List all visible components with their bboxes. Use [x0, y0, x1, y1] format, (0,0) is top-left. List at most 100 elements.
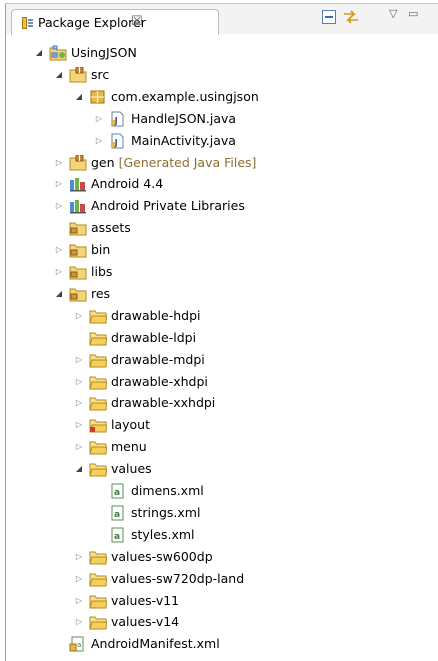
- tree-item-label: Android 4.4: [91, 175, 164, 191]
- tree-item-drawable-mdpi[interactable]: ▷ drawable-mdpi: [73, 349, 205, 370]
- tree-item-label: values-v11: [111, 592, 180, 608]
- tree-item-layout[interactable]: ▷ layout: [73, 414, 150, 435]
- collapse-all-icon[interactable]: [322, 10, 336, 24]
- tree-item-handlejson-java[interactable]: ▷ J HandleJSON.java: [93, 108, 236, 129]
- collapsed-arrow-icon[interactable]: ▷: [73, 551, 85, 563]
- tree-item-values[interactable]: ◢ values: [73, 458, 152, 479]
- tree-item-values-sw600dp[interactable]: ▷ values-sw600dp: [73, 546, 213, 567]
- xml-file-icon: a: [109, 527, 127, 543]
- svg-text:a: a: [114, 510, 120, 520]
- project-folder-icon: [69, 286, 87, 302]
- tree-item-gen[interactable]: ▷ gen [Generated Java Files]: [53, 152, 256, 173]
- tree-item-values-sw720dp-land[interactable]: ▷ values-sw720dp-land: [73, 568, 244, 589]
- collapsed-arrow-icon[interactable]: ▷: [73, 441, 85, 453]
- project-folder-icon: [69, 220, 87, 236]
- folder-icon: [89, 308, 107, 324]
- tree-item-label: HandleJSON.java: [131, 110, 237, 126]
- collapsed-arrow-icon[interactable]: ▷: [53, 266, 65, 278]
- collapsed-arrow-icon[interactable]: ▷: [93, 113, 105, 125]
- collapsed-arrow-icon[interactable]: ▷: [73, 354, 85, 366]
- collapsed-arrow-icon[interactable]: ▷: [73, 310, 85, 322]
- android-project-icon: [49, 45, 67, 61]
- tree-item-label: libs: [91, 263, 113, 279]
- collapsed-arrow-icon[interactable]: ▷: [73, 595, 85, 607]
- close-icon[interactable]: ☒: [131, 14, 143, 29]
- source-folder-icon: [69, 66, 87, 83]
- collapsed-arrow-icon[interactable]: ▷: [53, 157, 65, 169]
- tree-item-mainactivity-java[interactable]: ▷ J MainActivity.java: [93, 130, 236, 151]
- collapsed-arrow-icon[interactable]: ▷: [93, 135, 105, 147]
- tree-item-label: src: [91, 66, 110, 82]
- package-icon: [89, 89, 107, 105]
- tree-item-com-example-usingjson[interactable]: ◢ com.example.usingjson: [73, 86, 259, 107]
- tree-item-label: res: [91, 285, 111, 301]
- collapsed-arrow-icon[interactable]: ▷: [73, 419, 85, 431]
- tree-item-drawable-ldpi[interactable]: drawable-ldpi: [73, 327, 196, 348]
- tree-item-dimens-xml[interactable]: a dimens.xml: [93, 480, 204, 501]
- folder-icon: [89, 614, 107, 630]
- project-folder-icon: [69, 242, 87, 258]
- folder-icon: [89, 330, 107, 346]
- expanded-arrow-icon[interactable]: ◢: [73, 463, 85, 475]
- tree-item-drawable-hdpi[interactable]: ▷ drawable-hdpi: [73, 305, 201, 326]
- tree-item-android-4-4[interactable]: ▷ Android 4.4: [53, 173, 163, 194]
- folder-icon: [89, 395, 107, 411]
- svg-text:a: a: [77, 641, 81, 649]
- tree-item-assets[interactable]: assets: [53, 217, 131, 238]
- tree-item-android-private-libraries[interactable]: ▷ Android Private Libraries: [53, 195, 245, 216]
- library-icon: [69, 198, 87, 214]
- folder-icon: [89, 374, 107, 390]
- project-folder-icon: [69, 264, 87, 280]
- expanded-arrow-icon[interactable]: ◢: [53, 69, 65, 81]
- tree-item-label: drawable-ldpi: [111, 329, 197, 345]
- java-file-icon: J: [109, 111, 127, 127]
- tree-item-libs[interactable]: ▷ libs: [53, 261, 112, 282]
- expanded-arrow-icon[interactable]: ◢: [53, 288, 65, 300]
- view-toolbar: Package Explorer ☒ ▽ ▭: [6, 4, 438, 35]
- tab-package-explorer[interactable]: Package Explorer ☒: [11, 9, 219, 35]
- tree-item-menu[interactable]: ▷ menu: [73, 436, 147, 457]
- link-with-editor-icon[interactable]: [343, 10, 359, 24]
- svg-text:a: a: [114, 488, 120, 498]
- expanded-arrow-icon[interactable]: ◢: [73, 91, 85, 103]
- tree-item-res[interactable]: ◢ res: [53, 283, 110, 304]
- folder-error-icon: [89, 417, 107, 433]
- tree-item-label: com.example.usingjson: [111, 88, 259, 104]
- folder-icon: [89, 352, 107, 368]
- collapsed-arrow-icon[interactable]: ▷: [73, 376, 85, 388]
- collapsed-arrow-icon[interactable]: ▷: [53, 200, 65, 212]
- collapsed-arrow-icon[interactable]: ▷: [73, 397, 85, 409]
- tree-item-label: values-sw720dp-land: [111, 570, 245, 586]
- tab-title: Package Explorer: [38, 15, 146, 30]
- tree-item-strings-xml[interactable]: a strings.xml: [93, 502, 200, 523]
- xml-file-icon: a: [109, 483, 127, 499]
- tree-item-styles-xml[interactable]: a styles.xml: [93, 524, 195, 545]
- xml-file-icon: a: [109, 505, 127, 521]
- view-menu-icon[interactable]: ▽: [389, 7, 397, 20]
- tree-item-label: values-sw600dp: [111, 548, 213, 564]
- tree-item-src[interactable]: ◢ src: [53, 64, 109, 85]
- tree-item-label: assets: [91, 219, 131, 235]
- tree-item-drawable-xhdpi[interactable]: ▷ drawable-xhdpi: [73, 371, 208, 392]
- tree-item-values-v14[interactable]: ▷ values-v14: [73, 611, 179, 632]
- folder-icon: [89, 439, 107, 455]
- expanded-arrow-icon[interactable]: ◢: [33, 47, 45, 59]
- collapsed-arrow-icon[interactable]: ▷: [73, 573, 85, 585]
- tree-item-label: bin: [91, 241, 111, 257]
- collapsed-arrow-icon[interactable]: ▷: [53, 244, 65, 256]
- source-folder-icon: [69, 154, 87, 171]
- tree-item-label: menu: [111, 438, 147, 454]
- collapsed-arrow-icon[interactable]: ▷: [73, 616, 85, 628]
- tree-item-drawable-xxhdpi[interactable]: ▷ drawable-xxhdpi: [73, 392, 215, 413]
- collapsed-arrow-icon[interactable]: ▷: [53, 178, 65, 190]
- tree-item-label: dimens.xml: [131, 482, 204, 498]
- tree-item-usingjson[interactable]: ◢ UsingJSON: [33, 42, 137, 63]
- tree-item-label: MainActivity.java: [131, 132, 236, 148]
- tree-item-values-v11[interactable]: ▷ values-v11: [73, 590, 179, 611]
- library-icon: [69, 176, 87, 192]
- tree-item-bin[interactable]: ▷ bin: [53, 239, 110, 260]
- tree-item-androidmanifest-xml[interactable]: a AndroidManifest.xml: [53, 633, 220, 654]
- tree-item-label: styles.xml: [131, 526, 195, 542]
- minimize-icon[interactable]: ▭: [408, 7, 418, 20]
- tree-item-label: Android Private Libraries: [91, 197, 245, 213]
